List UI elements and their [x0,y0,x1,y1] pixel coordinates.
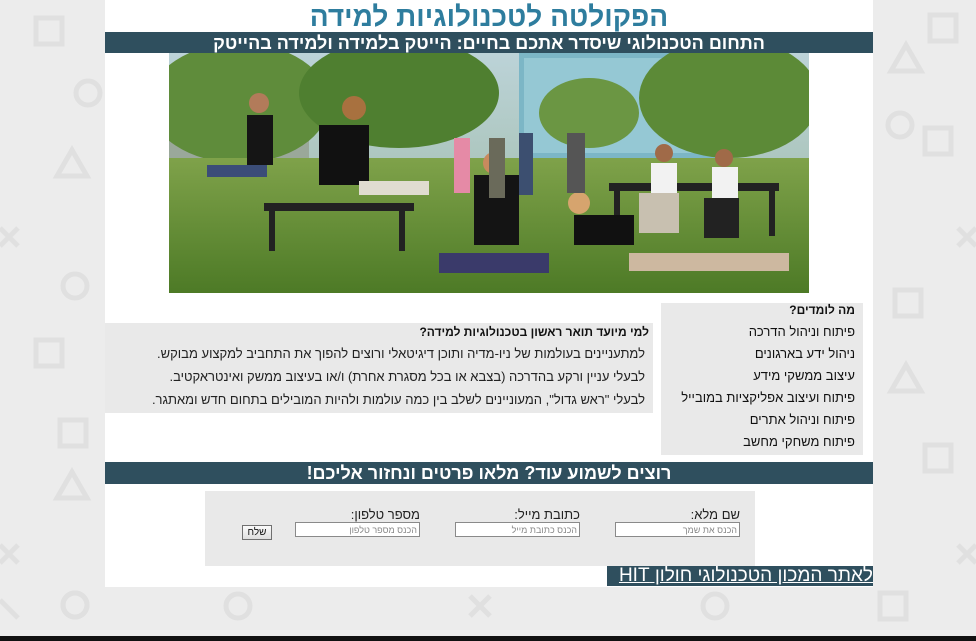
studies-item: פיתוח וניהול אתרים [749,412,855,427]
tagline-banner: התחום הטכנולוגי שיסדר אתכם בחיים: הייטק … [105,32,873,53]
contact-banner: רוצים לשמוע עוד? מלאו פרטים ונחזור אליכם… [105,462,873,484]
phone-field-group: מספר טלפון: [290,507,420,537]
phone-input[interactable] [295,522,420,537]
page-title: הפקולטה לטכנולוגיות למידה [309,1,669,32]
audience-box: למי מיועד תואר ראשון בטכנולוגיות למידה? … [105,323,653,413]
page-container: הפקולטה לטכנולוגיות למידה התחום הטכנולוג… [105,0,873,587]
contact-form: שם מלא: כתובת מייל: מספר טלפון: שלח [205,491,755,566]
studies-item: פיתוח וניהול הדרכה [748,324,855,339]
hit-website-link[interactable]: לאתר המכון הטכנולוגי חולון HIT [607,566,873,586]
audience-heading: למי מיועד תואר ראשון בטכנולוגיות למידה? [419,325,649,339]
studies-box: מה לומדים? פיתוח וניהול הדרכה ניהול ידע … [661,303,863,455]
name-input[interactable] [615,522,740,537]
send-button[interactable]: שלח [242,525,272,540]
studies-item: עיצוב ממשקי מידע [753,368,855,383]
name-label: שם מלא: [690,507,740,522]
studies-list: פיתוח וניהול הדרכה ניהול ידע בארגונים עי… [681,321,855,453]
audience-item: לבעלי עניין ורקע בהדרכה (בצבא או בכל מסג… [169,369,645,384]
email-input[interactable] [455,522,580,537]
studies-heading: מה לומדים? [789,303,855,317]
name-field-group: שם מלא: [610,507,740,537]
audience-item: לבעלי "ראש גדול", המעוניינים לשלב בין כמ… [151,392,645,407]
phone-label: מספר טלפון: [350,507,420,522]
bottom-bar [0,636,976,641]
hero-image [169,53,809,293]
audience-item: למתעניינים בעולמות של ניו-מדיה ותוכן דיג… [157,346,645,361]
email-field-group: כתובת מייל: [450,507,580,537]
studies-item: ניהול ידע בארגונים [754,346,855,361]
audience-list: למתעניינים בעולמות של ניו-מדיה ותוכן דיג… [152,342,645,411]
studies-item: פיתוח משחקי מחשב [743,434,855,449]
email-label: כתובת מייל: [514,507,580,522]
studies-item: פיתוח ועיצוב אפליקציות במובייל [681,390,855,405]
